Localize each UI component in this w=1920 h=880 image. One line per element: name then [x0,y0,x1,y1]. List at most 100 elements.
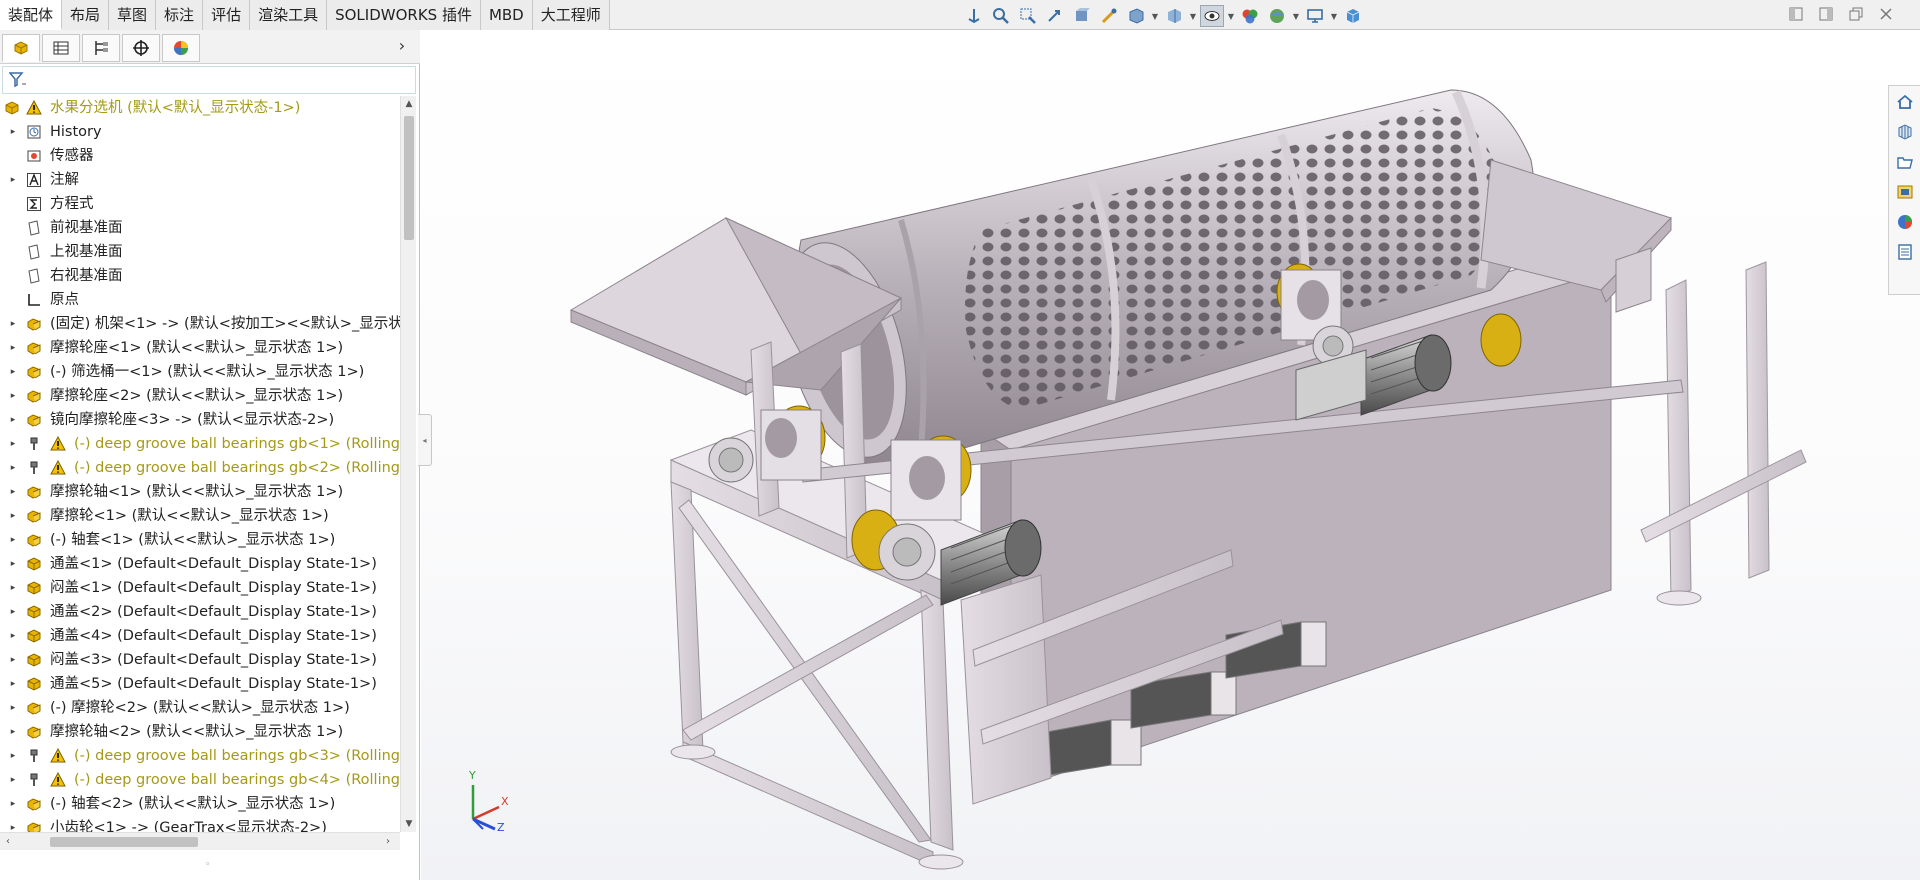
expand-arrow-icon[interactable]: ▸ [8,408,18,432]
tree-item[interactable]: ▸ 通盖<1> (Default<Default_Display State-1>… [0,552,400,576]
tree-item[interactable]: ▸ 摩擦轮座<2> (默认<<默认>_显示状态 1>) [0,384,400,408]
expand-arrow-icon[interactable]: ▸ [8,480,18,504]
command-tab-0[interactable]: 装配体 [0,0,63,30]
panel-collapse-handle[interactable]: ◂ [418,414,432,466]
expand-arrow-icon[interactable]: ▸ [8,552,18,576]
tree-item[interactable]: 前视基准面 [0,216,400,240]
filter-icon[interactable] [8,72,27,92]
tab-configuration-manager[interactable] [82,34,120,62]
tree-item[interactable]: ▸ 通盖<5> (Default<Default_Display State-1>… [0,672,400,696]
tree-item[interactable]: ▸ 摩擦轮轴<2> (默认<<默认>_显示状态 1>) [0,720,400,744]
scene-caret[interactable]: ▼ [1292,5,1300,27]
tree-item[interactable]: 右视基准面 [0,264,400,288]
expand-arrow-icon[interactable]: ▸ [8,576,18,600]
tree-item[interactable]: ▸ (-) deep groove ball bearings gb<2> (Ro… [0,456,400,480]
restore-window-icon[interactable] [1848,6,1864,22]
previous-view-icon[interactable] [1043,5,1067,27]
command-tab-8[interactable]: 大工程师 [532,0,610,30]
tab-feature-manager[interactable] [2,34,40,62]
tree-item[interactable]: ▸ (-) deep groove ball bearings gb<4> (Ro… [0,768,400,792]
tree-item[interactable]: ▸ (-) deep groove ball bearings gb<3> (Ro… [0,744,400,768]
tree-item[interactable]: ▸ 闷盖<3> (Default<Default_Display State-1>… [0,648,400,672]
home-icon[interactable] [1895,92,1915,112]
panel-expand-arrow[interactable]: › [394,38,410,54]
expand-arrow-icon[interactable]: ▸ [8,648,18,672]
expand-arrow-icon[interactable]: ▸ [8,528,18,552]
expand-arrow-icon[interactable]: ▸ [8,720,18,744]
scroll-up-icon[interactable]: ▲ [401,96,417,112]
expand-arrow-icon[interactable]: ▸ [8,456,18,480]
tree-item[interactable]: ▸ (固定) 机架<1> -> (默认<按加工><<默认>_显示状 [0,312,400,336]
tree-item[interactable]: ▸ (-) 轴套<1> (默认<<默认>_显示状态 1>) [0,528,400,552]
expand-arrow-icon[interactable]: ▸ [8,672,18,696]
tab-dimxpert-manager[interactable] [122,34,160,62]
tree-filter[interactable] [2,66,416,94]
command-tab-5[interactable]: 渲染工具 [250,0,328,30]
display-style-icon[interactable] [1162,5,1186,27]
command-tab-1[interactable]: 布局 [62,0,110,30]
zoom-to-area-icon[interactable] [1016,5,1040,27]
command-tab-4[interactable]: 评估 [203,0,251,30]
tree-item[interactable]: ▸ 摩擦轮座<1> (默认<<默认>_显示状态 1>) [0,336,400,360]
tree-horizontal-scrollbar[interactable]: ‹ › [0,832,400,850]
horizontal-scroll-thumb[interactable] [50,837,198,847]
view-orientation-icon[interactable] [962,5,986,27]
tab-property-manager[interactable] [42,34,80,62]
tile-left-icon[interactable] [1788,6,1804,22]
scroll-right-icon[interactable]: › [380,833,396,851]
tree-item[interactable]: ▸ 通盖<2> (Default<Default_Display State-1>… [0,600,400,624]
expand-arrow-icon[interactable]: ▸ [8,744,18,768]
tree-item[interactable]: 原点 [0,288,400,312]
close-window-icon[interactable] [1878,6,1894,22]
tree-item[interactable]: ▸ 注解 [0,168,400,192]
tree-item[interactable]: ▸ (-) deep groove ball bearings gb<1> (Ro… [0,432,400,456]
expand-arrow-icon[interactable]: ▸ [8,384,18,408]
command-tab-3[interactable]: 标注 [156,0,204,30]
zoom-to-fit-icon[interactable] [989,5,1013,27]
view-settings-caret[interactable]: ▼ [1330,5,1338,27]
expand-arrow-icon[interactable]: ▸ [8,168,18,192]
display-style-caret[interactable]: ▼ [1189,5,1197,27]
tree-item[interactable]: 传感器 [0,144,400,168]
expand-arrow-icon[interactable]: ▸ [8,696,18,720]
tree-item[interactable]: ▸ 摩擦轮<1> (默认<<默认>_显示状态 1>) [0,504,400,528]
tree-item[interactable]: 上视基准面 [0,240,400,264]
view-settings-icon[interactable] [1303,5,1327,27]
tree-item[interactable]: ▸ 闷盖<1> (Default<Default_Display State-1>… [0,576,400,600]
custom-properties-icon[interactable] [1895,242,1915,262]
tab-display-manager[interactable] [162,34,200,62]
design-library-icon[interactable] [1895,122,1915,142]
apply-scene-icon[interactable] [1265,5,1289,27]
expand-arrow-icon[interactable]: ▸ [8,504,18,528]
orientation-dropdown-caret[interactable]: ▼ [1151,5,1159,27]
tree-item[interactable]: 方程式 [0,192,400,216]
tile-right-icon[interactable] [1818,6,1834,22]
expand-arrow-icon[interactable]: ▸ [8,768,18,792]
vertical-scroll-thumb[interactable] [404,116,414,240]
expand-arrow-icon[interactable]: ▸ [8,336,18,360]
panel-splitter-grip[interactable]: ◦ [205,860,210,870]
hide-show-items-icon[interactable] [1200,5,1224,27]
expand-arrow-icon[interactable]: ▸ [8,624,18,648]
tree-vertical-scrollbar[interactable]: ▲ ▼ [400,96,416,832]
expand-arrow-icon[interactable]: ▸ [8,120,18,144]
file-explorer-icon[interactable] [1895,152,1915,172]
tree-item[interactable]: ▸ 摩擦轮轴<1> (默认<<默认>_显示状态 1>) [0,480,400,504]
tree-item[interactable]: ▸ (-) 轴套<2> (默认<<默认>_显示状态 1>) [0,792,400,816]
command-tab-2[interactable]: 草图 [109,0,157,30]
expand-arrow-icon[interactable]: ▸ [8,432,18,456]
graphics-area[interactable]: Y X Z [421,30,1920,880]
3d-view-icon[interactable] [1341,5,1365,27]
section-view-icon[interactable] [1070,5,1094,27]
view-orientation-cube-icon[interactable] [1124,5,1148,27]
tree-root-assembly[interactable]: 水果分选机 (默认<默认_显示状态-1>) [0,96,400,120]
tree-item[interactable]: ▸ 通盖<4> (Default<Default_Display State-1>… [0,624,400,648]
scroll-down-icon[interactable]: ▼ [401,816,417,832]
command-tab-7[interactable]: MBD [480,0,533,30]
expand-arrow-icon[interactable]: ▸ [8,600,18,624]
view-palette-icon[interactable] [1895,182,1915,202]
edit-appearance-icon[interactable] [1238,5,1262,27]
hide-show-caret[interactable]: ▼ [1227,5,1235,27]
expand-arrow-icon[interactable]: ▸ [8,360,18,384]
appearances-icon[interactable] [1895,212,1915,232]
